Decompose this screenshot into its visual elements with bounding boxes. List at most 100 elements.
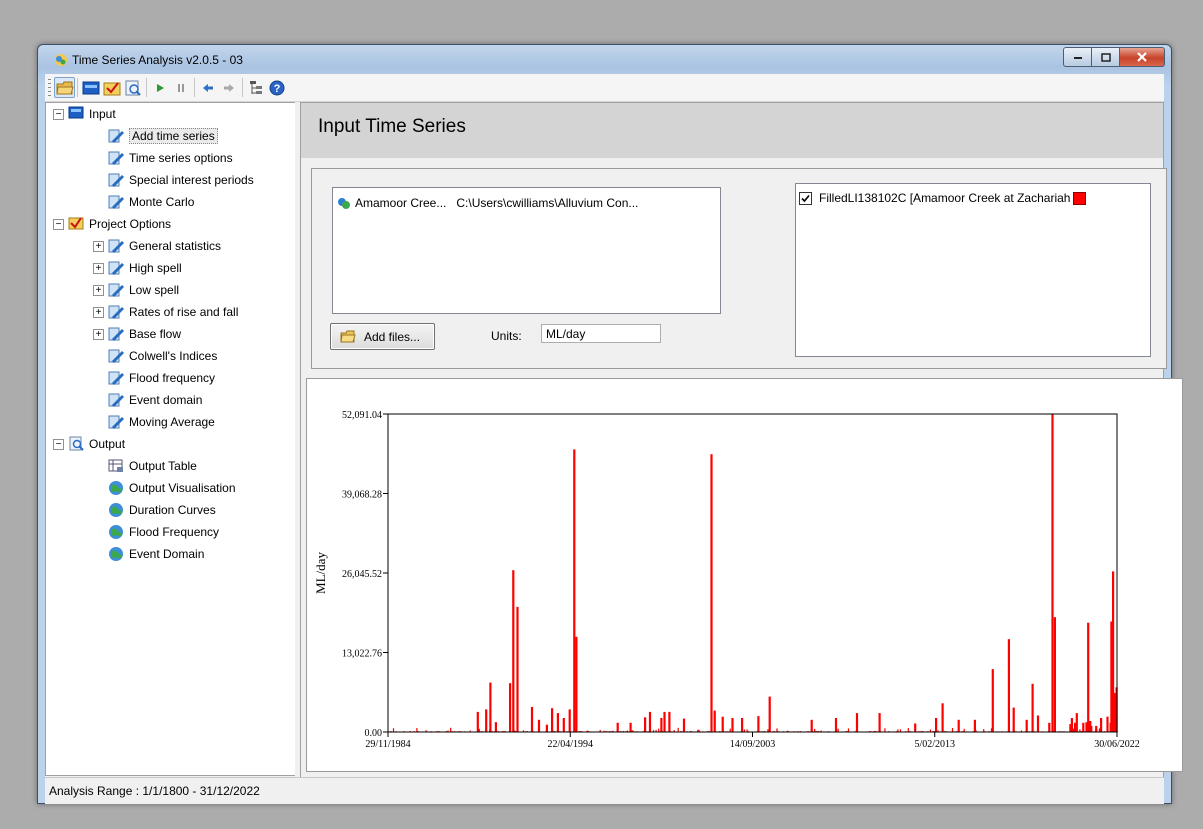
- tree-item-rates-of-rise-and-fall[interactable]: Rates of rise and fall: [108, 301, 238, 322]
- pause-icon: [178, 84, 184, 92]
- flow-peak-bar: [1085, 722, 1088, 732]
- time-series-file-icon: [338, 198, 350, 209]
- flow-peak-bar: [660, 718, 663, 732]
- flow-bar: [776, 728, 778, 732]
- tree-item-label: Colwell's Indices: [129, 348, 218, 363]
- help-button[interactable]: ?: [267, 78, 287, 98]
- tree-group-output[interactable]: Output: [68, 433, 125, 454]
- expand-icon[interactable]: +: [93, 307, 104, 318]
- tree-item-colwells-indices[interactable]: Colwell's Indices: [108, 345, 217, 366]
- series-list-item[interactable]: FilledLI138102C [Amamoor Creek at Zachar…: [799, 191, 1087, 205]
- edit-node-icon: [108, 370, 124, 386]
- series-checkbox[interactable]: [799, 191, 812, 205]
- flow-bar: [884, 728, 886, 732]
- tree-item-event-domain[interactable]: Event domain: [108, 389, 202, 410]
- tree-item-time-series-options[interactable]: Time series options: [108, 147, 233, 168]
- series-color-swatch[interactable]: [1073, 191, 1087, 205]
- units-input[interactable]: [541, 324, 661, 343]
- tree-group-project-options[interactable]: Project Options: [68, 213, 171, 234]
- minimize-button[interactable]: [1063, 47, 1092, 67]
- output-button[interactable]: [123, 78, 143, 98]
- flow-peak-bar: [1106, 716, 1109, 732]
- tree-item-flood-frequency[interactable]: Flood frequency: [108, 367, 215, 388]
- flow-peak-bar: [568, 709, 571, 732]
- flow-bar: [1098, 728, 1100, 732]
- collapse-icon[interactable]: −: [53, 109, 64, 120]
- flow-bar: [951, 728, 954, 732]
- project-options-button[interactable]: [102, 78, 122, 98]
- flow-peak-bar: [710, 454, 713, 732]
- title-bar[interactable]: Time Series Analysis v2.0.5 - 03: [38, 45, 1171, 73]
- flow-peak-bar: [1012, 707, 1015, 732]
- pause-button[interactable]: [171, 78, 191, 98]
- flow-peak-bar: [941, 703, 944, 732]
- expand-icon[interactable]: +: [93, 263, 104, 274]
- flow-peak-bar: [644, 717, 647, 732]
- flow-peak-bar: [855, 713, 859, 732]
- minimize-icon: [1073, 57, 1082, 59]
- tree-item-label: Special interest periods: [129, 172, 254, 187]
- file-list[interactable]: Amamoor Cree... C:\Users\cwilliams\Alluv…: [332, 187, 721, 314]
- tree-button[interactable]: [246, 78, 266, 98]
- tree-item-duration-curves[interactable]: Duration Curves: [108, 499, 216, 520]
- maximize-button[interactable]: [1092, 47, 1120, 67]
- edit-node-icon: [108, 194, 124, 210]
- help-icon: ?: [269, 80, 285, 96]
- back-button[interactable]: [198, 78, 218, 98]
- close-icon: [1137, 52, 1147, 62]
- edit-node-icon: [108, 238, 124, 254]
- tree-item-high-spell[interactable]: High spell: [108, 257, 182, 278]
- run-button[interactable]: [150, 78, 170, 98]
- tree-group-label: Input: [89, 106, 116, 121]
- flow-bar: [677, 727, 679, 732]
- open-button[interactable]: [54, 77, 75, 98]
- flow-peak-bar: [1036, 715, 1040, 732]
- expand-icon[interactable]: +: [93, 329, 104, 340]
- flow-peak-bar: [509, 683, 512, 732]
- edit-node-icon: [108, 128, 124, 144]
- collapse-icon[interactable]: −: [53, 439, 64, 450]
- tree-item-label: Event domain: [129, 392, 203, 407]
- flow-peak-bar: [1048, 722, 1051, 732]
- input-icon: [68, 106, 84, 122]
- tree-item-output-table[interactable]: Output Table: [108, 455, 197, 476]
- edit-node-icon: [108, 392, 124, 408]
- file-list-item[interactable]: Amamoor Cree... C:\Users\cwilliams\Alluv…: [336, 196, 638, 210]
- output-icon: [68, 436, 84, 452]
- toolbar-grip[interactable]: [48, 79, 51, 96]
- edit-node-icon: [108, 414, 124, 430]
- tree-group-label: Output: [89, 436, 126, 451]
- expand-icon[interactable]: +: [93, 285, 104, 296]
- series-label: FilledLI138102C [Amamoor Creek at Zachar…: [819, 191, 1071, 205]
- tree-item-add-time-series[interactable]: Add time series: [108, 125, 218, 146]
- page-title: Input Time Series: [318, 116, 466, 137]
- navigation-tree[interactable]: − Input Add time series Time series options…: [45, 102, 296, 776]
- close-button[interactable]: [1120, 47, 1165, 67]
- tree-item-general-statistics[interactable]: General statistics: [108, 235, 221, 256]
- toolbar: ?: [45, 74, 1164, 102]
- tree-group-input[interactable]: Input: [68, 103, 116, 124]
- expand-icon[interactable]: +: [93, 241, 104, 252]
- forward-button[interactable]: [219, 78, 239, 98]
- tree-item-moving-average[interactable]: Moving Average: [108, 411, 215, 432]
- tree-item-base-flow[interactable]: Base flow: [108, 323, 181, 344]
- tree-item-low-spell[interactable]: Low spell: [108, 279, 179, 300]
- tree-item-output-visualisation[interactable]: Output Visualisation: [108, 477, 236, 498]
- add-files-button[interactable]: Add files...: [330, 323, 435, 350]
- tree-item-special-interest-periods[interactable]: Special interest periods: [108, 169, 254, 190]
- play-icon: [157, 84, 164, 92]
- tree-item-monte-carlo[interactable]: Monte Carlo: [108, 191, 194, 212]
- flow-peak-bar: [551, 708, 554, 732]
- flow-peak-bar: [1090, 725, 1093, 732]
- tree-item-flood-frequency-output[interactable]: Flood Frequency: [108, 521, 219, 542]
- flow-peak-bar: [575, 636, 578, 732]
- page-header: Input Time Series: [301, 103, 1163, 158]
- input-button[interactable]: [81, 78, 101, 98]
- tree-item-label: Add time series: [129, 127, 218, 144]
- collapse-icon[interactable]: −: [53, 219, 64, 230]
- tree-item-event-domain-output[interactable]: Event Domain: [108, 543, 204, 564]
- output-icon: [125, 80, 141, 96]
- flow-peak-bar: [935, 718, 938, 732]
- series-list[interactable]: FilledLI138102C [Amamoor Creek at Zachar…: [795, 183, 1151, 357]
- input-icon: [82, 81, 100, 95]
